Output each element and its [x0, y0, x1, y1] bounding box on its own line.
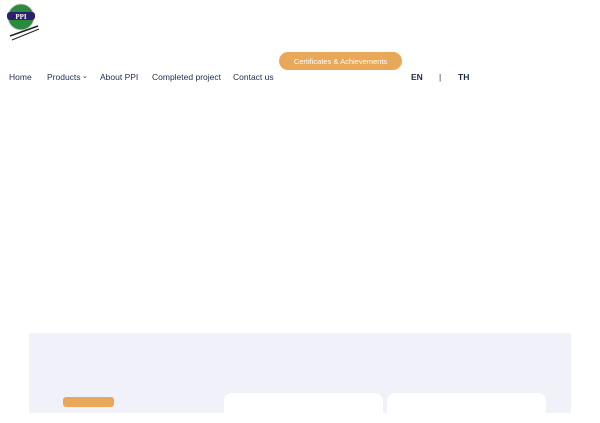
lang-en[interactable]: EN: [411, 72, 423, 82]
card: [224, 393, 383, 423]
chevron-down-icon[interactable]: ⌄: [82, 72, 88, 80]
nav-about[interactable]: About PPI: [100, 72, 138, 82]
card: [387, 393, 546, 423]
nav-contact[interactable]: Contact us: [233, 72, 274, 82]
certificates-achievements-button[interactable]: Certificates & Achievements: [279, 52, 402, 70]
content-panel: [29, 333, 571, 423]
company-logo[interactable]: PPI: [4, 2, 40, 42]
nav-home[interactable]: Home: [9, 72, 32, 82]
nav-completed-project[interactable]: Completed project: [152, 72, 221, 82]
nav-products[interactable]: Products: [47, 72, 81, 82]
lang-separator: |: [439, 72, 442, 82]
svg-text:PPI: PPI: [15, 13, 27, 21]
section-tab[interactable]: [63, 397, 114, 407]
lang-th[interactable]: TH: [458, 72, 469, 82]
